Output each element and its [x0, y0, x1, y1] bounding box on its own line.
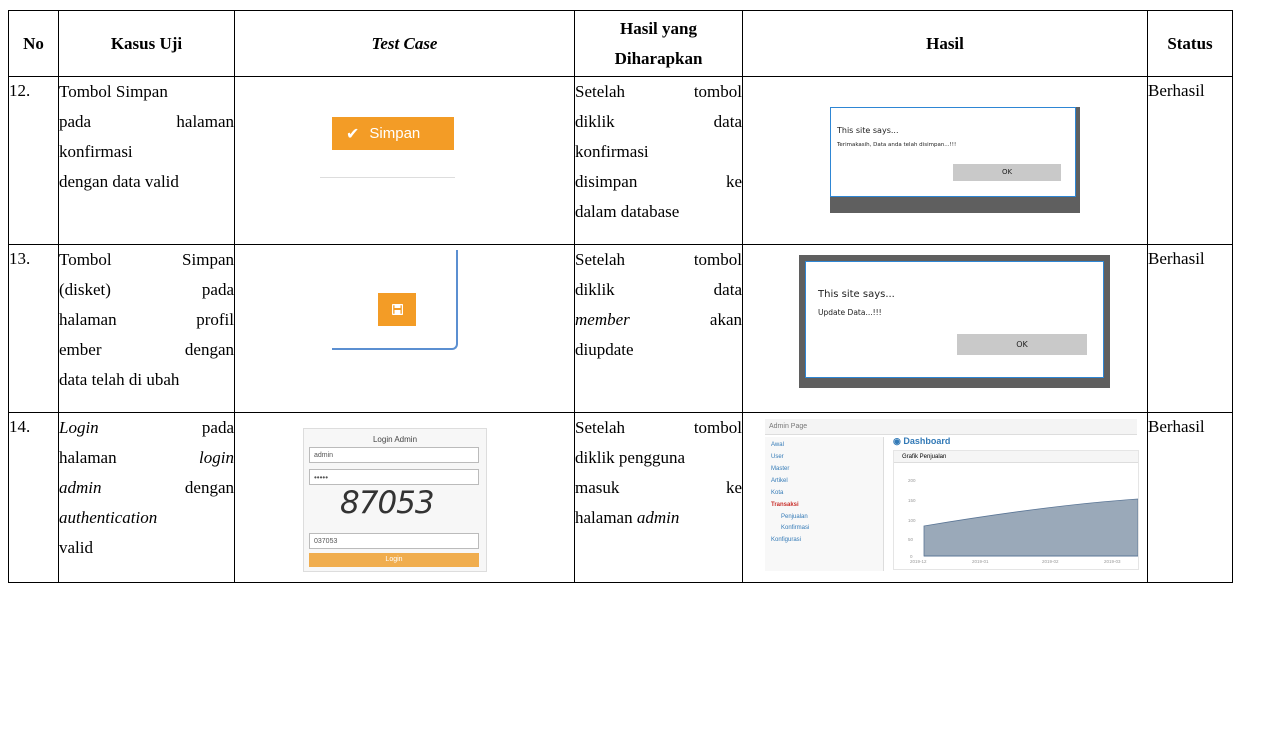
y-tick: 100 [908, 518, 916, 523]
sidebar-item-penjualan[interactable]: Penjualan [781, 514, 808, 520]
expected-cell: Setelah tombol diklik data konfirmasi disi… [574, 76, 743, 245]
chart-area [923, 498, 1138, 557]
y-tick: 200 [908, 478, 916, 483]
hasil-cell: Admin Page Awal User Master Artikel Kota… [742, 412, 1148, 583]
sales-chart [923, 498, 1138, 557]
y-tick: 50 [908, 537, 914, 542]
header-test-case: Test Case [234, 10, 575, 77]
status-cell: Berhasil [1147, 244, 1233, 413]
expected-cell: Setelah tombol diklik pengguna masuk ke ha… [574, 412, 743, 583]
kasus-uji-cell: Tombol Simpan pada halaman konfirmasi den… [58, 76, 235, 245]
login-button[interactable]: Login [309, 553, 479, 567]
password-input[interactable]: ••••• [309, 469, 479, 485]
alert-dialog: This site says... Terimakasih, Data anda… [830, 107, 1080, 213]
captcha-image: 87053 [340, 485, 435, 521]
header-no: No [8, 10, 59, 77]
test-case-cell: ✔ Simpan [234, 76, 575, 245]
hasil-cell: This site says... Terimakasih, Data anda… [742, 76, 1148, 245]
sidebar-item-user[interactable]: User [771, 454, 784, 460]
header-hasil: Hasil [742, 10, 1148, 77]
ok-button[interactable]: OK [957, 334, 1087, 355]
chart-panel: Grafik Penjualan 200 150 100 50 0 2019-1… [893, 450, 1139, 570]
simpan-button: ✔ Simpan [332, 117, 454, 150]
dialog-message: Terimakasih, Data anda telah disimpan...… [837, 142, 957, 148]
table-row: 14. Login pada halaman login admin dengan a… [8, 412, 1233, 583]
sidebar-item-konfigurasi[interactable]: Konfigurasi [771, 537, 801, 543]
dialog-title: This site says... [818, 289, 895, 300]
kasus-uji-cell: Tombol Simpan (disket) pada halaman profil … [58, 244, 235, 413]
check-icon: ✔ [346, 125, 360, 143]
sidebar-item-master[interactable]: Master [771, 466, 789, 472]
x-tick: 2019-01 [972, 559, 989, 564]
alert-dialog: This site says... Update Data...!!! OK [799, 255, 1110, 388]
dialog-message: Update Data...!!! [818, 308, 882, 317]
status-cell: Berhasil [1147, 412, 1233, 583]
row-number: 14. [8, 412, 59, 583]
username-input[interactable]: admin [309, 447, 479, 463]
test-case-cell [234, 244, 575, 413]
x-tick: 2019-03 [1104, 559, 1121, 564]
x-tick: 2019-02 [1042, 559, 1059, 564]
chart-title: Grafik Penjualan [894, 451, 1138, 463]
dashboard-heading: ◉ Dashboard [893, 436, 951, 446]
x-tick: 2019-12 [910, 559, 927, 564]
kasus-line: pada halaman [59, 112, 234, 131]
sidebar-item-awal[interactable]: Awal [771, 442, 784, 448]
header-hasil-diharapkan: Hasil yang Diharapkan [574, 10, 743, 77]
hasil-cell: This site says... Update Data...!!! OK [742, 244, 1148, 413]
sidebar: Awal User Master Artikel Kota Transaksi … [765, 437, 884, 571]
ok-button[interactable]: OK [953, 164, 1061, 181]
sidebar-item-kota[interactable]: Kota [771, 490, 783, 496]
sidebar-item-transaksi[interactable]: Transaksi [771, 502, 799, 508]
divider [320, 177, 455, 178]
dialog-title: This site says... [837, 126, 899, 135]
test-table: No Kasus Uji Test Case Hasil yang Diharap… [8, 10, 1233, 583]
row-number: 13. [8, 244, 59, 413]
page-title: Admin Page [765, 419, 1137, 435]
sidebar-item-konfirmasi[interactable]: Konfirmasi [781, 525, 809, 531]
y-tick: 150 [908, 498, 916, 503]
expected-cell: Setelah tombol diklik data member akan diup… [574, 244, 743, 413]
kasus-uji-cell: Login pada halaman login admin dengan authe… [58, 412, 235, 583]
table-row: 13. Tombol Simpan (disket) pada halaman pro… [8, 244, 1233, 413]
login-form: Login Admin admin ••••• 87053 037053 Log… [303, 428, 487, 572]
login-title: Login Admin [372, 435, 418, 444]
floppy-disk-icon [391, 304, 403, 315]
header-kasus-uji: Kasus Uji [58, 10, 235, 77]
header-status: Status [1147, 10, 1233, 77]
save-disk-button [378, 293, 416, 326]
admin-dashboard: Admin Page Awal User Master Artikel Kota… [765, 419, 1139, 571]
row-number: 12. [8, 76, 59, 245]
test-case-cell: Login Admin admin ••••• 87053 037053 Log… [234, 412, 575, 583]
dashboard-icon: ◉ [893, 436, 901, 446]
status-cell: Berhasil [1147, 76, 1233, 245]
table-row: 12. Tombol Simpan pada halaman konfirmasi… [8, 76, 1233, 245]
sidebar-item-artikel[interactable]: Artikel [771, 478, 788, 484]
captcha-input[interactable]: 037053 [309, 533, 479, 549]
